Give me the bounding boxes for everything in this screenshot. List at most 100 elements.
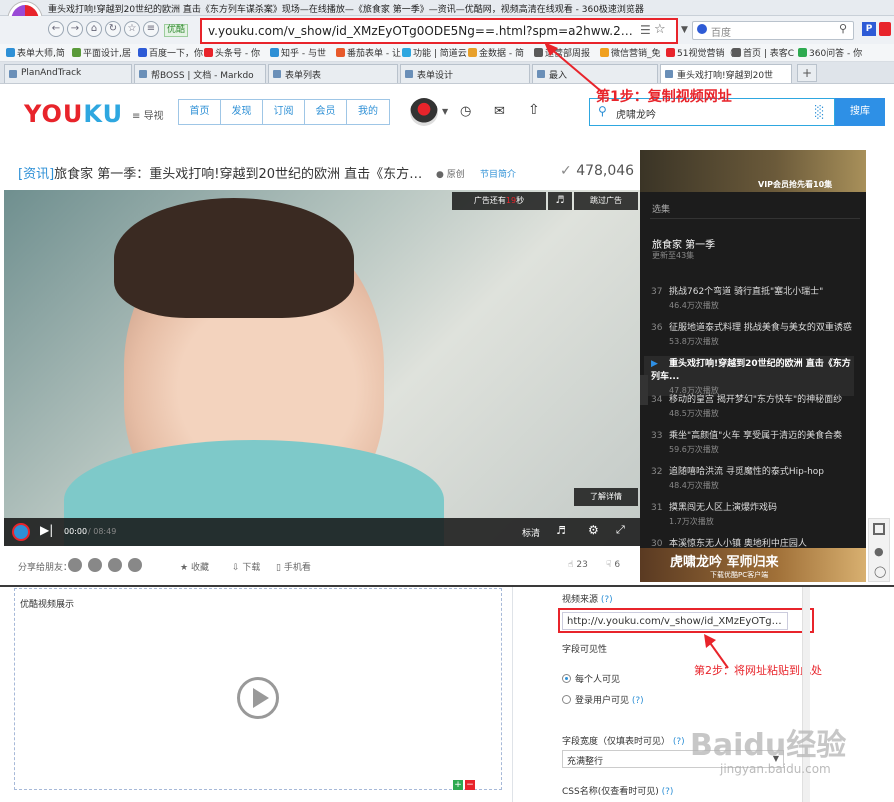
source-help[interactable]: (?) [601, 595, 613, 605]
quality-selector[interactable]: 标清 [522, 526, 540, 539]
skip-ad-button[interactable]: 跳过广告 [574, 192, 638, 210]
bookmark-item[interactable]: 平面设计,居 [72, 46, 131, 59]
bulb-icon[interactable]: ● [874, 545, 884, 558]
nav-member[interactable]: 会员 [305, 100, 347, 124]
browser-tab[interactable]: 表单设计 [400, 64, 530, 83]
bookmark-favicon-icon [6, 48, 15, 57]
width-help[interactable]: (?) [673, 737, 685, 747]
episode-item[interactable]: 33 乘坐"高颜值"火车 享受属于清迈的美食合奏 59.6万次播放 [651, 428, 861, 455]
episode-item[interactable]: 31 摸黑闯无人区上演爆炸戏码 1.7万次播放 [651, 500, 861, 527]
upload-icon[interactable]: ⇧ [528, 102, 540, 118]
visibility-option-everyone[interactable]: 每个人可见 [562, 672, 620, 685]
bookmark-item[interactable]: 表单大师,简 [6, 46, 65, 59]
youku-search-button[interactable]: 搜库 [835, 98, 885, 126]
browser-search-placeholder: 百度 [711, 28, 731, 39]
panel-divider [512, 587, 513, 802]
settings-gear-icon[interactable]: ⚙ [588, 523, 599, 537]
back-icon[interactable]: ← [48, 21, 64, 37]
youku-logo[interactable]: YOUKU [24, 100, 123, 128]
nav-subscribe[interactable]: 订阅 [263, 100, 305, 124]
feedback-icon[interactable]: ◯ [874, 565, 886, 578]
episode-item[interactable]: 32 追随嘻哈洪流 寻觅魔性的泰式Hip-hop 48.4万次播放 [651, 464, 861, 491]
visibility-option-logged-in[interactable]: 登录用户可见 (?) [562, 693, 644, 706]
browser-tab[interactable]: 表单列表 [268, 64, 398, 83]
forward-icon[interactable]: → [67, 21, 83, 37]
bookmark-item[interactable]: 金数据 - 简 [468, 46, 524, 59]
bookmark-label: 功能 | 简道云 [413, 49, 467, 59]
new-tab-button[interactable]: + [797, 64, 817, 82]
learn-more-button[interactable]: 了解详情 [574, 488, 638, 506]
episode-item[interactable]: 34 移动的皇宫 揭开梦幻"东方快车"的神秘面纱 48.5万次播放 [651, 392, 861, 419]
bookmark-item[interactable]: 知乎 - 与世 [270, 46, 326, 59]
css-help[interactable]: (?) [662, 787, 674, 797]
banner-top[interactable]: VIP会员抢先看10集 [640, 150, 866, 192]
ad-countdown-post: 秒 [516, 196, 525, 205]
avatar[interactable] [410, 98, 438, 126]
reload-icon[interactable]: ↻ [105, 21, 121, 37]
nav-discover[interactable]: 发现 [221, 100, 263, 124]
bookmark-item[interactable]: 百度一下，你 [138, 46, 203, 59]
menu-icon[interactable]: ≡ [143, 21, 159, 37]
fullscreen-icon[interactable]: ⤢ [616, 523, 625, 537]
video-widget-panel[interactable]: 优酷视频展示 + − [14, 588, 502, 790]
address-url: v.youku.com/v_show/id_XMzEyOTg0ODE5Ng==.… [208, 24, 638, 38]
home-icon[interactable]: ⌂ [86, 21, 102, 37]
nav-mine[interactable]: 我的 [347, 100, 389, 124]
episode-item[interactable]: 37 挑战762个弯道 骑行直抵"塞北小瑞士" 46.4万次播放 [651, 284, 861, 311]
play-button-icon[interactable] [12, 523, 30, 541]
profile-link[interactable]: 节目简介 [480, 167, 516, 180]
logged-in-help[interactable]: (?) [632, 696, 644, 706]
banner-bottom[interactable]: 虎啸龙吟 军师归来 下载优酷PC客户端 [640, 548, 866, 582]
bookmark-item[interactable]: 首页 | 表客C [732, 46, 794, 59]
nav-home[interactable]: 首页 [179, 100, 221, 124]
bookmark-favicon-icon [468, 48, 477, 57]
browser-tab[interactable]: 帮BOSS | 文档 - Markdo [134, 64, 266, 83]
video-category-tag[interactable]: [资讯] [18, 167, 54, 182]
mobile-action[interactable]: ▯ 手机看 [276, 560, 311, 573]
history-icon[interactable]: ◷ [460, 104, 471, 119]
video-player[interactable]: 广告还有19秒 ♬ 跳过广告 了解详情 [4, 190, 640, 546]
add-widget-button[interactable]: + [453, 780, 463, 790]
weibo-share-icon[interactable] [108, 558, 122, 572]
episode-item[interactable]: ▶ 重头戏打响!穿越到20世纪的欧洲 直击《东方列车... 47.8万次播放 [644, 356, 854, 396]
next-icon[interactable]: ▶| [40, 523, 53, 537]
show-title[interactable]: 旅食家 第一季 [652, 236, 715, 251]
guide-link[interactable]: ≡ 导视 [132, 107, 164, 122]
like-action[interactable]: ☝ 23 [568, 560, 588, 570]
avatar-dropdown-icon[interactable]: ▼ [442, 107, 448, 116]
bookmark-item[interactable]: 51视觉营销（o [666, 46, 739, 59]
dislike-action[interactable]: ☟ 6 [606, 560, 620, 570]
browser-menu-icon[interactable] [879, 22, 891, 36]
favorite-action[interactable]: ★ 收藏 [180, 560, 209, 573]
qrcode-icon[interactable] [873, 523, 885, 535]
mute-ad-button[interactable]: ♬ [548, 192, 572, 210]
css-label: CSS名称(仅查看时可见) [562, 787, 659, 797]
episode-item[interactable]: 36 征服地道泰式料理 挑战美食与美女的双重诱惑 53.8万次播放 [651, 320, 861, 347]
sidebar-collapse-handle[interactable] [640, 375, 648, 405]
bookmark-item[interactable]: 番茄表单 - 让 [336, 46, 401, 59]
bookmark-item[interactable]: 头条号 - 你 [204, 46, 260, 59]
ranking-icon[interactable]: ░ [815, 105, 824, 119]
browser-search-box[interactable]: 百度 ⚲ [692, 21, 854, 40]
remove-widget-button[interactable]: − [465, 780, 475, 790]
message-icon[interactable]: ✉ [494, 104, 505, 119]
extension-icon[interactable]: P [862, 22, 876, 36]
page-menu-icon[interactable]: ☰ [640, 23, 651, 37]
bookmark-label: 360问答 - 你 [809, 49, 863, 59]
bookmark-star-icon[interactable]: ☆ [654, 22, 666, 37]
download-action[interactable]: ⇩ 下载 [232, 560, 260, 573]
bookmark-item[interactable]: 功能 | 简道云 [402, 46, 467, 59]
qzone-share-icon[interactable] [88, 558, 102, 572]
bookmark-item[interactable]: 360问答 - 你 [798, 46, 862, 59]
search-icon[interactable]: ⚲ [839, 22, 847, 35]
url-dropdown-icon[interactable]: ▼ [681, 25, 688, 35]
wechat-share-icon[interactable] [68, 558, 82, 572]
qq-share-icon[interactable] [128, 558, 142, 572]
browser-tab[interactable]: PlanAndTrack [4, 64, 132, 83]
favorite-star-icon[interactable]: ☆ [124, 21, 140, 37]
bookmark-favicon-icon [72, 48, 81, 57]
browser-tab[interactable]: 重头戏打响!穿越到20世 [660, 64, 792, 83]
volume-icon[interactable]: ♬ [556, 524, 566, 537]
logo-part-b: KU [83, 100, 124, 128]
video-url-input[interactable]: http://v.youku.com/v_show/id_XMzEyOTg0OD… [562, 612, 788, 630]
